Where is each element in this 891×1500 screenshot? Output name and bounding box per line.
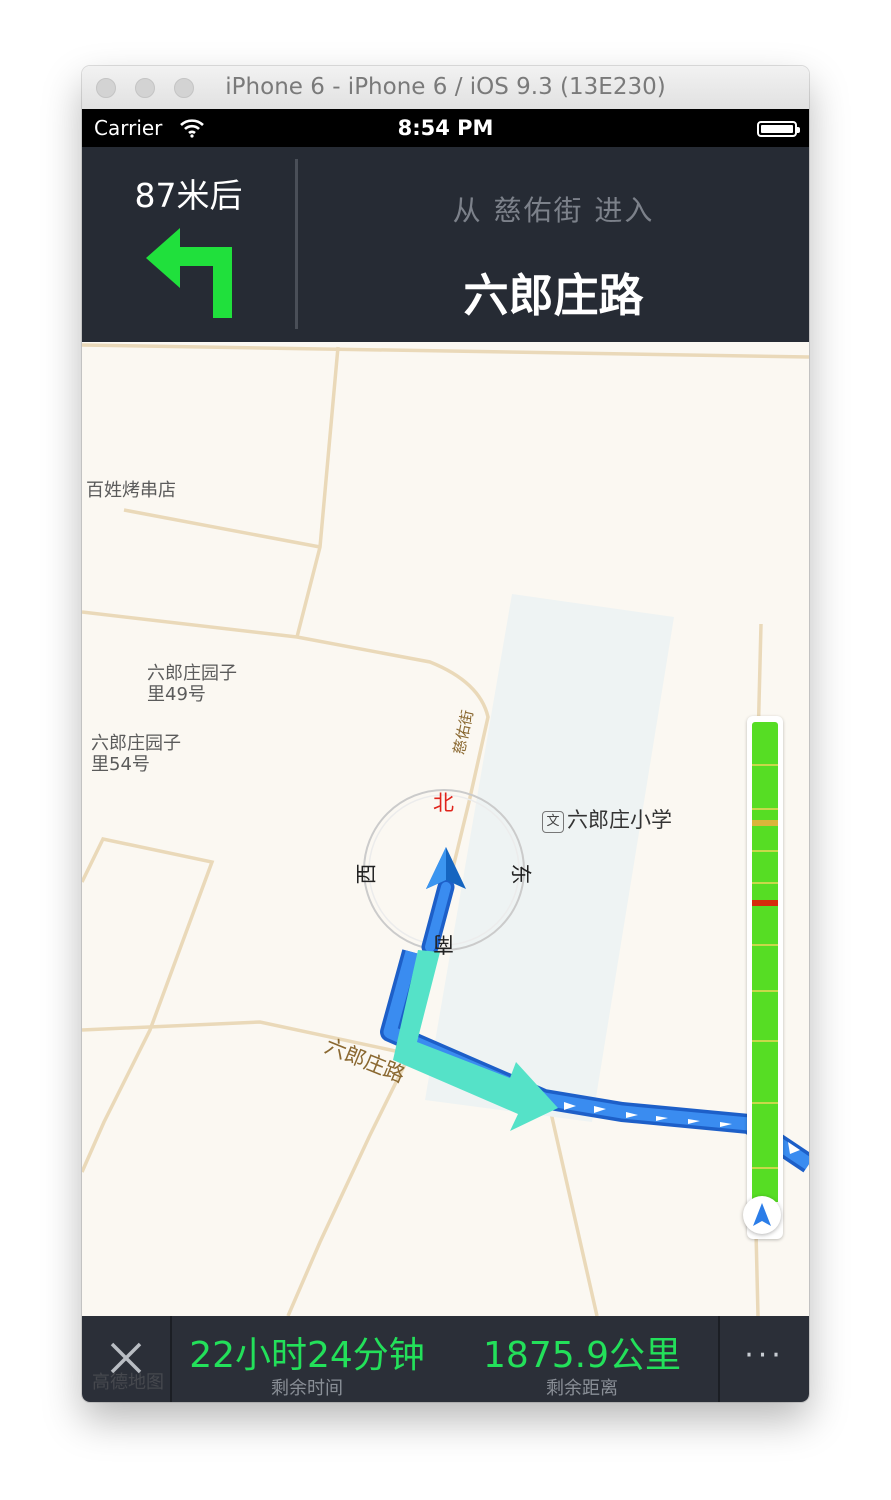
navigation-bottom-bar: 高德地图 22小时24分钟 剩余时间 1875.9公里 剩余距离 ··· [82,1316,809,1402]
map-roads [82,343,809,1316]
simulator-window: iPhone 6 - iPhone 6 / iOS 9.3 (13E230) C… [82,66,809,1402]
compass-west: 西 [354,863,379,885]
distance-to-turn: 87米后 [134,176,243,215]
locate-me-button[interactable] [743,1196,781,1234]
status-time: 8:54 PM [397,116,494,140]
bottom-divider-left [170,1316,172,1402]
poi-yuanzi54-line2: 里54号 [91,754,150,775]
map-watermark: 高德地图 [92,1372,164,1393]
next-road-name: 六郎庄路 [463,269,644,322]
from-road-text: 从 慈佑街 进入 [452,194,655,227]
poi-yuanzi54[interactable]: 六郎庄园子 里54号 [91,733,181,775]
traffic-status-fill [752,722,778,1202]
poi-yuanzi54-line1: 六郎庄园子 [91,733,181,754]
poi-yuanzi49-line2: 里49号 [147,684,206,705]
school-icon: 文 [542,811,564,833]
map-canvas[interactable] [82,342,809,1316]
poi-school[interactable]: 文六郎庄小学 [542,804,672,834]
remaining-time-label: 剩余时间 [271,1378,343,1399]
remaining-time-value: 22小时24分钟 [189,1335,425,1376]
navigation-header: 87米后 从 慈佑街 进入 六郎庄路 [82,147,809,342]
remaining-distance-value: 1875.9公里 [483,1335,681,1376]
window-title: iPhone 6 - iPhone 6 / iOS 9.3 (13E230) [225,74,666,100]
battery-icon [757,121,800,137]
compass-north: 北 [433,791,454,815]
navigation-arrow-icon [753,1203,771,1226]
traffic-status-bar [747,716,783,1239]
compass-east: 东 [508,863,533,885]
window-titlebar: iPhone 6 - iPhone 6 / iOS 9.3 (13E230) [82,66,809,110]
turn-left-arrow-icon [146,228,232,318]
poi-yuanzi49-line1: 六郎庄园子 [147,663,237,684]
more-options-button[interactable]: ··· [720,1316,809,1402]
poi-bbq[interactable]: 百姓烤串店 [86,480,176,501]
poi-school-label: 六郎庄小学 [567,808,672,832]
poi-yuanzi49[interactable]: 六郎庄园子 里49号 [147,663,237,705]
navigation-map[interactable]: 百姓烤串店 六郎庄园子 里49号 六郎庄园子 里54号 文六郎庄小学 慈佑街 六… [82,342,809,1316]
ios-status-bar: Carrier 8:54 PM [82,109,809,147]
compass-south: 南 [433,932,454,956]
remaining-distance-label: 剩余距离 [546,1378,618,1399]
school-campus-area [425,594,674,1122]
